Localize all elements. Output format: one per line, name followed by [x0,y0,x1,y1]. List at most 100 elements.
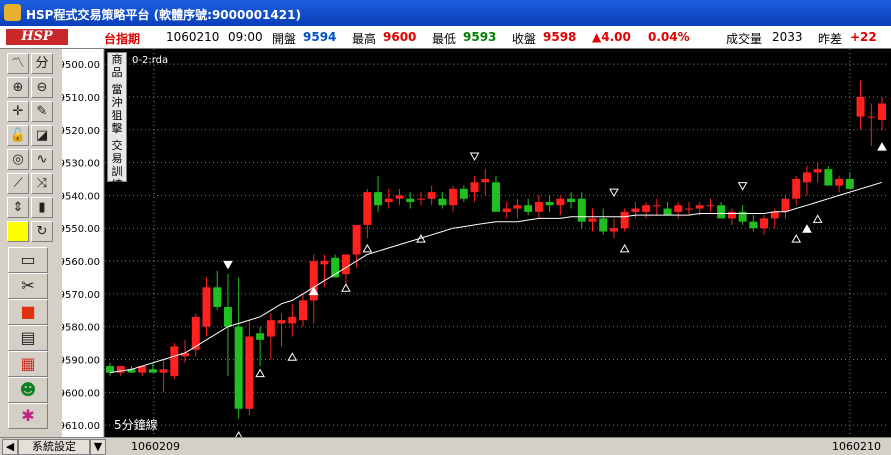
candle-body [824,169,833,186]
candle-body [320,261,329,265]
folder-icon[interactable]: ▭ [8,247,48,273]
daytrade-sniper-menu-char: 沖 [111,96,123,109]
settings-dropdown-icon[interactable]: ▼ [90,439,106,455]
candle-body [674,205,683,212]
color-icon[interactable] [7,221,29,242]
candle-body [867,116,876,118]
wave-icon[interactable]: ∿ [31,149,53,170]
candle-body [620,211,629,229]
date-label-right: 1060210 [832,440,881,453]
close-value: 9598 [543,30,577,44]
people-icon[interactable]: ☻ [8,377,48,403]
y-tick-label: 9500.00 [62,60,100,71]
open-value: 9594 [303,30,337,44]
pen-icon[interactable]: ✎ [31,101,53,122]
y-tick-label: 9600.00 [62,388,100,399]
y-tick-label: 9580.00 [62,323,100,334]
side-menu: 商品當沖狙擊交易訓練 [107,52,127,191]
y-tick-label: 9530.00 [62,159,100,170]
product-menu[interactable]: 商品 [108,53,126,79]
candle-body [202,287,211,327]
y-tick-label: 9570.00 [62,290,100,301]
candle-body [363,192,372,225]
candle-body [749,221,758,229]
candle-body [245,336,254,409]
candle-body [159,369,168,373]
candle-body [717,205,726,219]
candle-body [384,198,393,202]
daytrade-sniper-menu-char: 狙 [111,109,123,122]
report-icon[interactable]: ▤ [8,325,48,351]
high-value: 9600 [383,30,417,44]
candle-body [685,208,693,210]
candle-body [599,218,608,232]
candle-body [567,198,576,202]
quote-bar: HSP 台指期 1060210 09:00 開盤 9594 最高 9600 最低… [0,26,891,49]
trading-training-menu-char: 訓 [111,165,123,178]
open-label: 開盤 [272,32,297,46]
cross-icon[interactable]: ⤨ [31,173,53,194]
daytrade-sniper-menu[interactable]: 當沖狙擊 [108,83,126,135]
y-tick-label: 9510.00 [62,93,100,104]
candle-body [170,346,179,376]
window-title: HSP程式交易策略平台 (軟體序號:9000001421) [26,8,301,22]
trading-training-menu-char: 交 [111,139,123,152]
grid-icon[interactable]: ▦ [8,351,48,377]
candle-body [492,182,500,212]
scissors-icon[interactable]: ✂ [8,273,48,299]
candlestick-chart[interactable]: 9610.00 9600.00 9590.00 9580.00 9570.00 9560.… [62,49,891,437]
candle-body [878,103,886,120]
trend-line-icon[interactable]: 〽 [7,53,29,74]
candle-body [459,188,468,199]
chart-background [62,49,891,437]
y-tick-label: 9550.00 [62,224,100,235]
candle-body [427,192,436,199]
trading-training-menu-char: 練 [111,178,123,191]
fibonacci-icon[interactable]: ⟋ [7,173,29,194]
candle-body [545,201,554,206]
indicator-icon[interactable]: ◎ [7,149,29,170]
low-value: 9593 [463,30,497,44]
candle-body [760,218,769,229]
candle-body [695,205,704,209]
candle-body [438,198,447,206]
trading-training-menu-char: 易 [111,152,123,165]
candle-body [148,369,157,373]
candle-body [652,205,661,207]
volume-value: 2033 [772,30,803,44]
refresh-icon[interactable]: ↻ [31,221,53,242]
date-label-left: 1060209 [131,440,180,453]
candle-body [845,179,854,189]
candle-body [299,300,307,321]
candle-body [288,316,297,324]
zoom-in-icon[interactable]: ⊕ [7,77,29,98]
product-menu-char: 品 [111,66,123,79]
quote-date: 1060210 [166,30,220,44]
trading-training-menu[interactable]: 交易訓練 [108,139,126,191]
system-settings-button[interactable]: 系統設定 [18,439,90,455]
strategy-icon[interactable]: ✱ [8,403,48,429]
zoom-out-icon[interactable]: ⊖ [31,77,53,98]
candle-body [513,205,522,209]
stop-icon[interactable]: ■ [8,299,48,325]
candle-body [406,198,415,202]
daytrade-sniper-menu-char: 當 [111,83,123,96]
scroll-left-icon[interactable]: ◀ [2,439,18,455]
up-down-icon[interactable]: ⇕ [7,197,29,218]
candle-body [802,172,811,183]
candle-body [341,254,350,275]
candle-body [106,366,114,373]
split-icon[interactable]: 分 [31,53,53,74]
candle-body [416,198,425,200]
candle-body [631,208,640,212]
period-label: 5分鐘線 [114,417,158,432]
symbol-name[interactable]: 台指期 [104,30,140,47]
eraser-icon[interactable]: ◪ [31,125,53,146]
product-menu-char: 商 [111,53,123,66]
unlock-icon[interactable]: 🔓 [7,125,29,146]
candle-body [856,96,865,117]
candle-icon[interactable]: ▮ [31,197,53,218]
title-bar: HSP程式交易策略平台 (軟體序號:9000001421) [0,0,891,26]
crosshair-icon[interactable]: ✛ [7,101,29,122]
candle-body [352,224,361,255]
